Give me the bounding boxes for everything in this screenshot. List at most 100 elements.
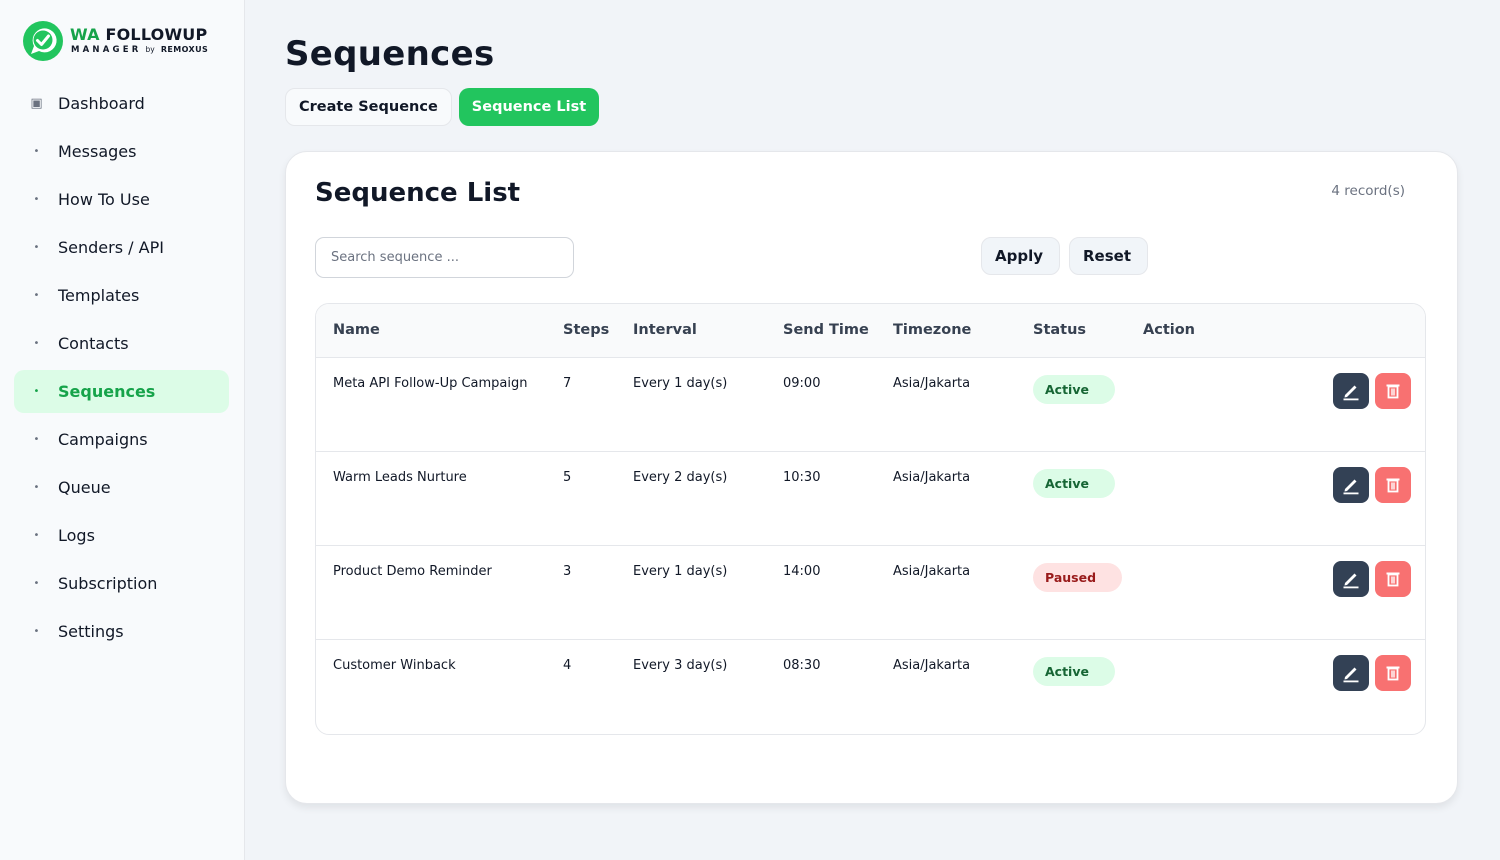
sidebar-item-label: Logs [58, 526, 95, 545]
table-body: Meta API Follow-Up Campaign 7 Every 1 day(… [316, 358, 1425, 734]
pencil-icon [1340, 474, 1362, 496]
status-badge: Active [1033, 375, 1115, 404]
column-header-steps[interactable]: Steps [563, 322, 609, 338]
cell-steps: 7 [563, 376, 572, 391]
app-logo[interactable]: WA FOLLOWUP MANAGER by REMOXUS [22, 20, 222, 62]
cell-interval: Every 2 day(s) [633, 470, 728, 485]
table-row: Customer Winback 4 Every 3 day(s) 08:30 Asia… [316, 640, 1425, 734]
sidebar-item-label: Messages [58, 142, 137, 161]
sidebar: WA FOLLOWUP MANAGER by REMOXUS ▣ Dashboard… [0, 0, 245, 860]
cell-name: Meta API Follow-Up Campaign [333, 376, 528, 391]
sidebar-item-label: Queue [58, 478, 111, 497]
cell-timezone: Asia/Jakarta [893, 470, 971, 485]
tab-sequence-list[interactable]: Sequence List [458, 88, 600, 126]
cell-interval: Every 1 day(s) [633, 376, 728, 391]
whatsapp-logo-icon [23, 21, 63, 61]
sidebar-item-queue[interactable]: • Queue [14, 466, 229, 509]
edit-button[interactable] [1333, 561, 1369, 597]
edit-button[interactable] [1333, 373, 1369, 409]
sidebar-item-templates[interactable]: • Templates [14, 274, 229, 317]
sidebar-item-label: Dashboard [58, 94, 145, 113]
cell-name: Warm Leads Nurture [333, 470, 467, 485]
bullet-icon: • [33, 337, 40, 349]
sidebar-item-messages[interactable]: • Messages [14, 130, 229, 173]
sidebar-nav: ▣ Dashboard • Messages • How To Use • Senders /… [14, 82, 229, 658]
sidebar-item-how-to-use[interactable]: • How To Use [14, 178, 229, 221]
delete-button[interactable] [1375, 373, 1411, 409]
sidebar-item-subscription[interactable]: • Subscription [14, 562, 229, 605]
apply-button[interactable]: Apply [981, 237, 1060, 275]
sidebar-item-label: Templates [58, 286, 140, 305]
cell-name: Customer Winback [333, 658, 456, 673]
sidebar-item-label: Senders / API [58, 238, 164, 257]
sidebar-item-label: Contacts [58, 334, 129, 353]
cell-steps: 4 [563, 658, 572, 673]
cell-send-time: 14:00 [783, 564, 821, 579]
bullet-icon: • [33, 289, 40, 301]
square-icon: ▣ [30, 96, 43, 111]
table-header: Name Steps Interval Send Time Timezone S… [316, 304, 1425, 358]
reset-button[interactable]: Reset [1069, 237, 1148, 275]
cell-timezone: Asia/Jakarta [893, 564, 971, 579]
sidebar-item-label: Campaigns [58, 430, 148, 449]
edit-button[interactable] [1333, 655, 1369, 691]
bullet-icon: • [33, 577, 40, 589]
status-badge: Active [1033, 657, 1115, 686]
sidebar-item-dashboard[interactable]: ▣ Dashboard [14, 82, 229, 125]
sequence-list-card: Sequence List 4 record(s) Apply Reset Na… [285, 151, 1458, 804]
edit-button[interactable] [1333, 467, 1369, 503]
sequence-table: Name Steps Interval Send Time Timezone S… [315, 303, 1426, 735]
sidebar-item-settings[interactable]: • Settings [14, 610, 229, 653]
column-header-status[interactable]: Status [1033, 322, 1086, 338]
cell-name: Product Demo Reminder [333, 564, 492, 579]
tab-create-sequence[interactable]: Create Sequence [285, 88, 452, 126]
search-input[interactable] [315, 237, 574, 278]
bullet-icon: • [33, 625, 40, 637]
pencil-icon [1340, 380, 1362, 402]
cell-interval: Every 3 day(s) [633, 658, 728, 673]
sidebar-item-label: Settings [58, 622, 124, 641]
column-header-interval[interactable]: Interval [633, 322, 697, 338]
sidebar-item-logs[interactable]: • Logs [14, 514, 229, 557]
sidebar-item-label: How To Use [58, 190, 150, 209]
column-header-timezone[interactable]: Timezone [893, 322, 971, 338]
delete-button[interactable] [1375, 655, 1411, 691]
bullet-icon: • [33, 145, 40, 157]
tab-bar: Create Sequence Sequence List [285, 88, 600, 126]
table-row: Warm Leads Nurture 5 Every 2 day(s) 10:30 As… [316, 452, 1425, 546]
column-header-send-time[interactable]: Send Time [783, 322, 869, 338]
cell-steps: 3 [563, 564, 572, 579]
page-title: Sequences [285, 34, 495, 74]
logo-title: WA FOLLOWUP [70, 25, 208, 44]
cell-steps: 5 [563, 470, 572, 485]
bullet-icon: • [33, 433, 40, 445]
sidebar-item-campaigns[interactable]: • Campaigns [14, 418, 229, 461]
logo-subtitle: MANAGER by REMOXUS [71, 45, 209, 55]
delete-button[interactable] [1375, 561, 1411, 597]
sidebar-item-contacts[interactable]: • Contacts [14, 322, 229, 365]
table-row: Product Demo Reminder 3 Every 1 day(s) 14:0… [316, 546, 1425, 640]
bullet-icon: • [33, 481, 40, 493]
delete-button[interactable] [1375, 467, 1411, 503]
trash-icon [1383, 475, 1403, 495]
trash-icon [1383, 663, 1403, 683]
pencil-icon [1340, 568, 1362, 590]
column-header-name[interactable]: Name [333, 322, 533, 338]
sidebar-item-label: Sequences [58, 382, 156, 401]
sidebar-item-sequences[interactable]: • Sequences [14, 370, 229, 413]
sidebar-item-senders-api[interactable]: • Senders / API [14, 226, 229, 269]
status-badge: Paused [1033, 563, 1123, 592]
status-badge: Active [1033, 469, 1115, 498]
table-row: Meta API Follow-Up Campaign 7 Every 1 day(… [316, 358, 1425, 452]
pencil-icon [1340, 662, 1362, 684]
card-title: Sequence List [315, 178, 521, 208]
trash-icon [1383, 381, 1403, 401]
cell-send-time: 09:00 [783, 376, 821, 391]
record-count: 4 record(s) [1331, 183, 1405, 199]
bullet-icon: • [33, 385, 40, 397]
sidebar-item-label: Subscription [58, 574, 158, 593]
cell-send-time: 08:30 [783, 658, 821, 673]
cell-timezone: Asia/Jakarta [893, 658, 971, 673]
bullet-icon: • [33, 241, 40, 253]
bullet-icon: • [33, 529, 40, 541]
